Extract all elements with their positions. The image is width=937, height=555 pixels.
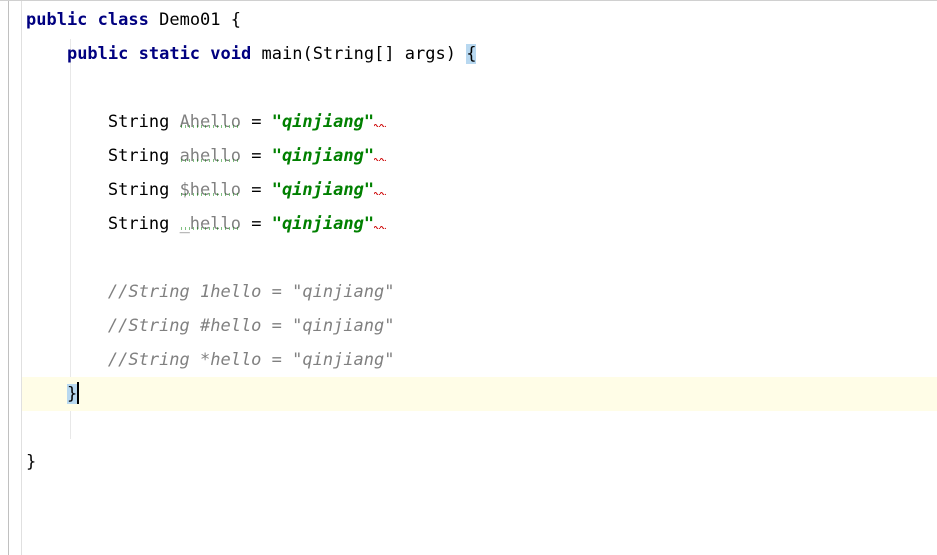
code-line-4[interactable]: String Ahello = "qinjiang" — [22, 105, 937, 139]
code-line-blank[interactable] — [22, 241, 937, 275]
identifier-underscorehello: _hello — [180, 214, 241, 234]
open-brace-highlighted: { — [466, 44, 476, 64]
keyword-class: class — [98, 10, 149, 30]
code-line-14[interactable]: } — [22, 445, 937, 479]
code-line-blank[interactable] — [22, 411, 937, 445]
code-line-blank[interactable] — [22, 71, 937, 105]
type-string: String — [108, 214, 169, 234]
equals-op: = — [241, 146, 272, 166]
equals-op: = — [241, 112, 272, 132]
equals-op: = — [241, 180, 272, 200]
comment: //String 1hello = "qinjiang" — [108, 282, 395, 302]
code-line-10[interactable]: //String #hello = "qinjiang" — [22, 309, 937, 343]
string-literal: "qinjiang" — [272, 214, 374, 234]
class-name: Demo01 — [159, 10, 220, 30]
type-string: String — [108, 146, 169, 166]
close-brace: } — [26, 452, 36, 472]
gutter — [0, 1, 22, 555]
keyword-static: static — [139, 44, 200, 64]
code-line-6[interactable]: String $hello = "qinjiang" — [22, 173, 937, 207]
string-literal: "qinjiang" — [272, 180, 374, 200]
method-name: main — [262, 44, 303, 64]
identifier-Ahello: Ahello — [180, 112, 241, 132]
comment: //String #hello = "qinjiang" — [108, 316, 395, 336]
comment: //String *hello = "qinjiang" — [108, 350, 395, 370]
code-line-7[interactable]: String _hello = "qinjiang" — [22, 207, 937, 241]
string-literal: "qinjiang" — [272, 112, 374, 132]
code-editor[interactable]: public class Demo01 { public static void… — [0, 0, 937, 555]
code-line-12-current[interactable]: } — [22, 377, 937, 411]
code-line-11[interactable]: //String *hello = "qinjiang" — [22, 343, 937, 377]
keyword-void: void — [210, 44, 251, 64]
identifier-ahello: ahello — [180, 146, 241, 166]
code-line-5[interactable]: String ahello = "qinjiang" — [22, 139, 937, 173]
code-line-9[interactable]: //String 1hello = "qinjiang" — [22, 275, 937, 309]
equals-op: = — [241, 214, 272, 234]
code-area[interactable]: public class Demo01 { public static void… — [22, 1, 937, 555]
method-params: (String[] args) — [302, 44, 456, 64]
string-literal: "qinjiang" — [272, 146, 374, 166]
code-line-1[interactable]: public class Demo01 { — [22, 3, 937, 37]
close-brace-highlighted: } — [67, 384, 77, 404]
open-brace: { — [231, 10, 241, 30]
type-string: String — [108, 112, 169, 132]
code-line-2[interactable]: public static void main(String[] args) { — [22, 37, 937, 71]
type-string: String — [108, 180, 169, 200]
cursor — [77, 382, 79, 404]
keyword-public: public — [67, 44, 128, 64]
identifier-dollarhello: $hello — [180, 180, 241, 200]
keyword-public: public — [26, 10, 87, 30]
